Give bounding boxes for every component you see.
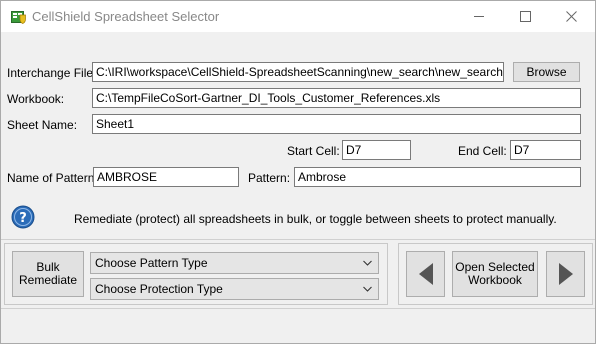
open-selected-workbook-button[interactable]: Open Selected Workbook [452,251,538,297]
close-button[interactable] [548,1,594,32]
protection-type-selected: Choose Protection Type [95,282,223,296]
end-cell-field[interactable]: D7 [510,140,581,160]
divider [1,239,595,240]
protection-type-select[interactable]: Choose Protection Type [90,278,379,300]
bulk-label-line2: Remediate [18,273,78,287]
start-cell-label: Start Cell: [287,144,340,158]
close-icon [565,11,577,22]
status-bar [1,309,595,343]
pattern-name-label: Name of Pattern: [7,171,98,185]
chevron-down-icon [363,260,372,266]
pattern-name-field[interactable]: AMBROSE [93,167,239,187]
browse-button[interactable]: Browse [513,62,580,82]
pattern-type-selected: Choose Pattern Type [95,256,208,270]
open-label-line2: Workbook [468,273,522,287]
next-sheet-button[interactable] [546,251,585,297]
pattern-type-select[interactable]: Choose Pattern Type [90,252,379,274]
svg-text:?: ? [19,211,27,226]
workbook-label: Workbook: [7,92,65,106]
previous-sheet-button[interactable] [406,251,445,297]
chevron-down-icon [363,286,372,292]
bulk-remediate-button[interactable]: Bulk Remediate [12,251,84,297]
pattern-label: Pattern: [248,171,291,185]
minimize-button[interactable] [456,1,502,32]
spreadsheet-shield-icon [11,11,26,24]
cellshield-window: CellShield Spreadsheet Selector Intercha… [0,0,596,344]
arrow-right-icon [558,263,573,285]
interchange-file-label: Interchange File: [7,66,97,80]
title-bar[interactable]: CellShield Spreadsheet Selector [1,1,595,32]
window-title: CellShield Spreadsheet Selector [32,9,220,24]
help-icon[interactable]: ? [11,205,35,229]
sheet-name-label: Sheet Name: [7,118,78,132]
info-text: Remediate (protect) all spreadsheets in … [74,212,557,226]
interchange-file-field[interactable]: C:\IRI\workspace\CellShield-SpreadsheetS… [92,62,504,82]
end-cell-label: End Cell: [458,144,507,158]
arrow-left-icon [418,263,433,285]
start-cell-field[interactable]: D7 [342,140,411,160]
sheet-name-field[interactable]: Sheet1 [92,114,581,134]
workbook-field[interactable]: C:\TempFileCoSort-Gartner_DI_Tools_Custo… [92,88,581,108]
maximize-button[interactable] [502,1,548,32]
maximize-icon [519,11,531,22]
pattern-field[interactable]: Ambrose [294,167,581,187]
minimize-icon [473,16,484,17]
